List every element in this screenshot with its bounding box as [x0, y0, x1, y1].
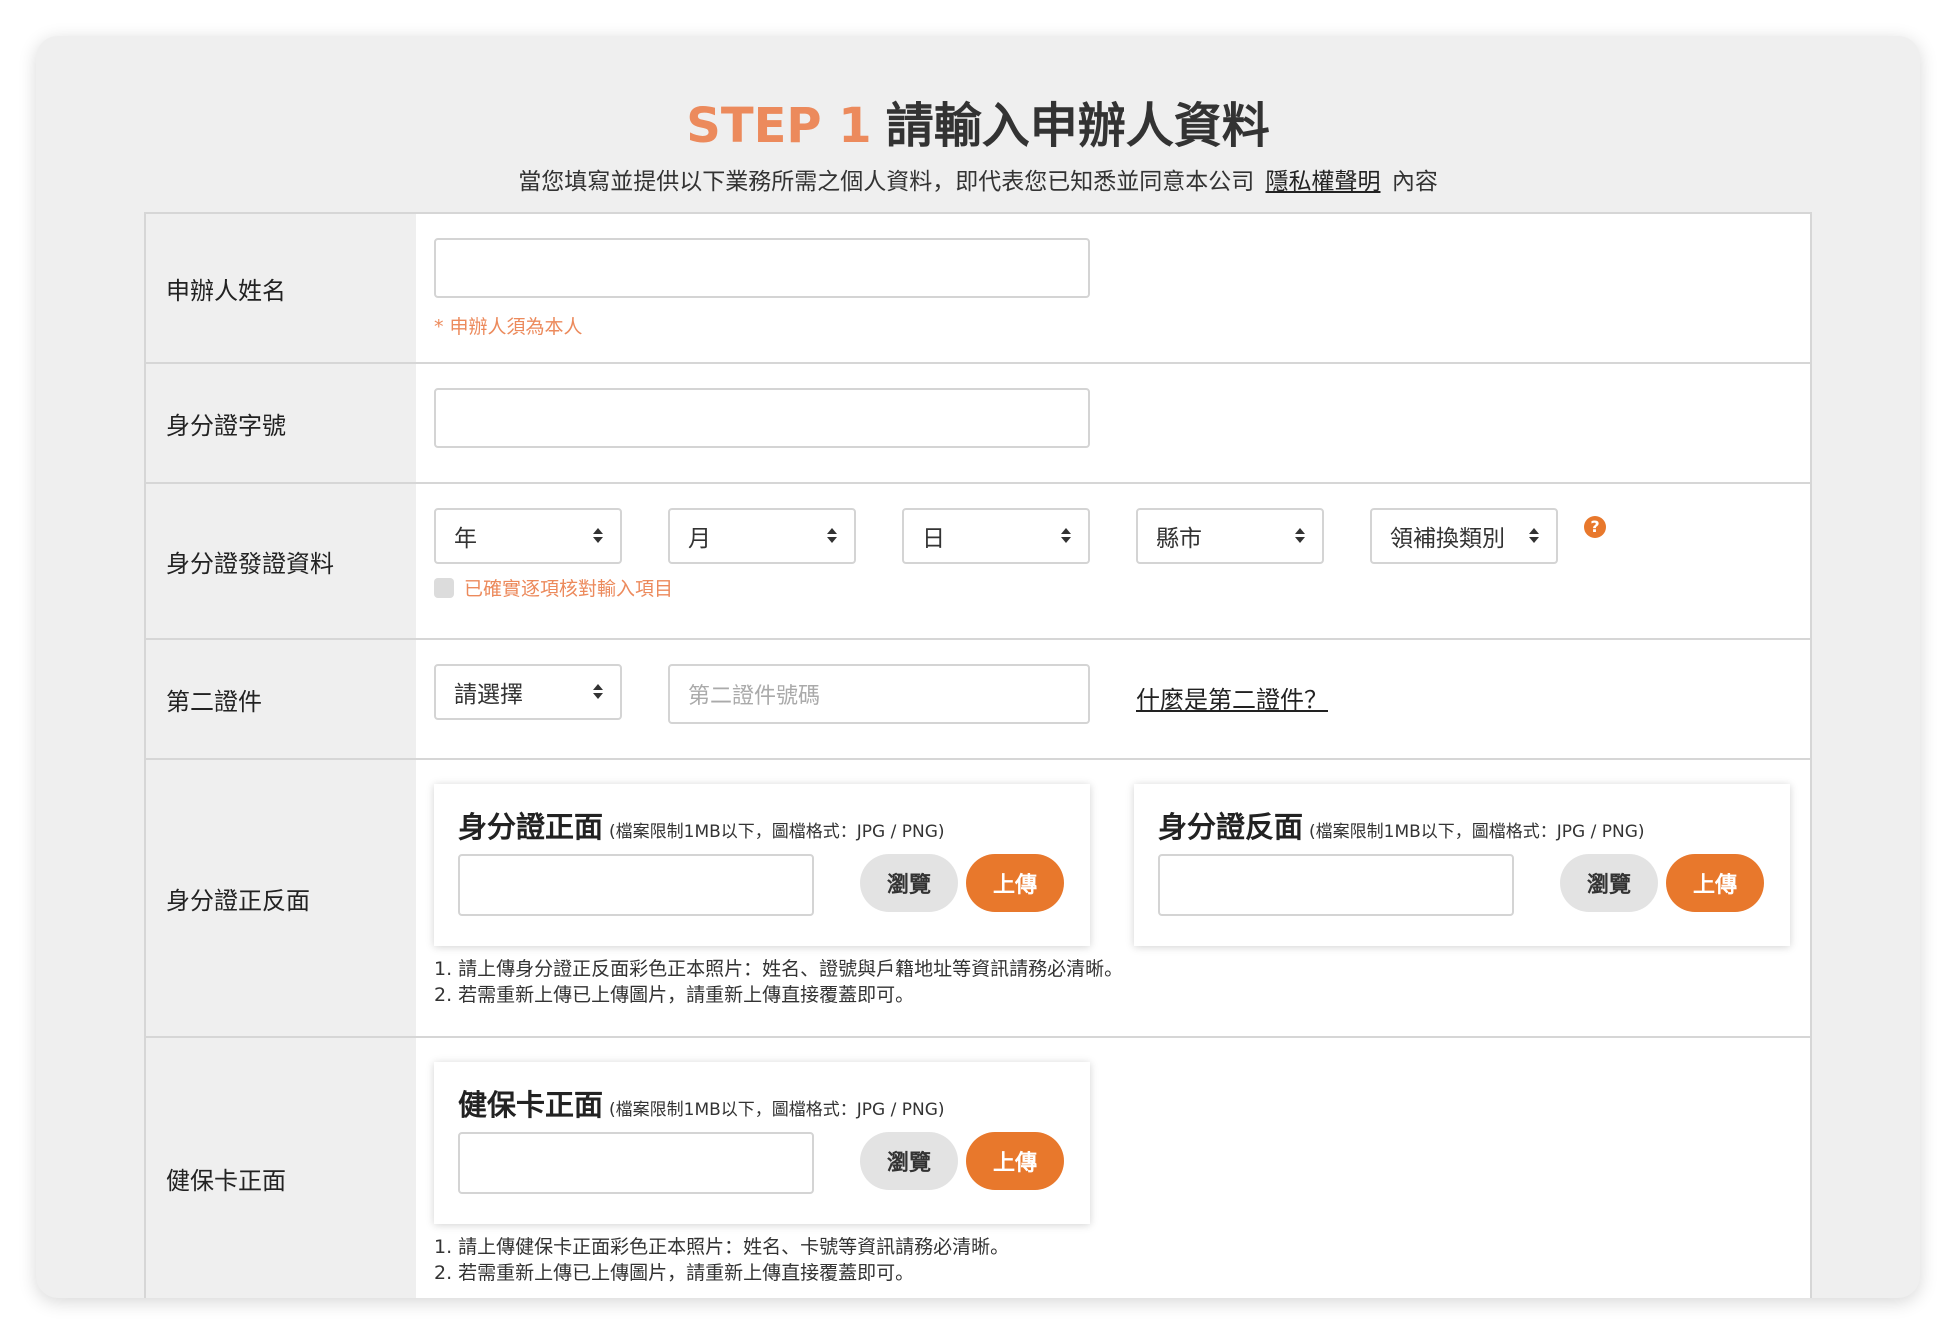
id-back-upload-card: 身分證反面 (檔案限制1MB以下，圖檔格式：JPG / PNG) 瀏覽 上傳: [1134, 784, 1790, 946]
upload-button[interactable]: 上傳: [966, 854, 1064, 912]
note-line: 2. 若需重新上傳已上傳圖片，請重新上傳直接覆蓋即可。: [434, 984, 915, 1006]
select-arrows-icon: [1060, 524, 1072, 550]
step-label: STEP 1: [686, 98, 872, 154]
health-card-content: 健保卡正面 (檔案限制1MB以下，圖檔格式：JPG / PNG) 瀏覽 上傳 1.…: [416, 1038, 1810, 1298]
select-arrows-icon: [592, 524, 604, 550]
day-select[interactable]: 日: [902, 508, 1090, 564]
id-front-title: 身分證正面 (檔案限制1MB以下，圖檔格式：JPG / PNG): [458, 804, 945, 846]
health-card-file-field[interactable]: [458, 1132, 814, 1194]
id-front-file-field[interactable]: [458, 854, 814, 916]
applicant-name-hint: * 申辦人須為本人: [434, 316, 583, 338]
id-back-file-field[interactable]: [1158, 854, 1514, 916]
file-limit-note: (檔案限制1MB以下，圖檔格式：JPG / PNG): [609, 822, 945, 842]
upload-button[interactable]: 上傳: [1666, 854, 1764, 912]
note-line: 1. 請上傳健保卡正面彩色正本照片：姓名、卡號等資訊請務必清晰。: [434, 1236, 1010, 1258]
second-id-number-placeholder: 第二證件號碼: [688, 684, 821, 709]
health-card-title: 健保卡正面 (檔案限制1MB以下，圖檔格式：JPG / PNG): [458, 1082, 945, 1124]
confirm-checkbox[interactable]: [434, 578, 454, 598]
id-front-title-text: 身分證正面: [458, 810, 604, 844]
id-issue-label: 身分證發證資料: [146, 484, 416, 638]
browse-button[interactable]: 瀏覽: [860, 1132, 958, 1190]
privacy-notice: 當您填寫並提供以下業務所需之個人資料，即代表您已知悉並同意本公司 隱私權聲明 內…: [36, 162, 1920, 196]
city-select-value: 縣市: [1156, 526, 1202, 552]
confirm-checkbox-label[interactable]: 已確實逐項核對輸入項目: [464, 574, 673, 601]
health-card-label: 健保卡正面: [146, 1038, 416, 1298]
year-select[interactable]: 年: [434, 508, 622, 564]
health-card-title-text: 健保卡正面: [458, 1088, 604, 1122]
select-arrows-icon: [1294, 524, 1306, 550]
note-line: 2. 若需重新上傳已上傳圖片，請重新上傳直接覆蓋即可。: [434, 1262, 915, 1284]
note-line: 1. 請上傳身分證正反面彩色正本照片：姓名、證號與戶籍地址等資訊請務必清晰。: [434, 958, 1124, 980]
applicant-name-content: * 申辦人須為本人: [416, 214, 1810, 362]
id-back-title: 身分證反面 (檔案限制1MB以下，圖檔格式：JPG / PNG): [1158, 804, 1645, 846]
second-id-label: 第二證件: [146, 640, 416, 758]
applicant-form: 申辦人姓名 * 申辦人須為本人 身分證字號 身分證發證資料 年 月 日 縣市 領…: [144, 212, 1812, 1298]
second-id-info-link[interactable]: 什麼是第二證件？: [1136, 680, 1328, 715]
applicant-name-label: 申辦人姓名: [146, 214, 416, 362]
file-limit-note: (檔案限制1MB以下，圖檔格式：JPG / PNG): [609, 1100, 945, 1120]
browse-button[interactable]: 瀏覽: [860, 854, 958, 912]
id-number-input[interactable]: [434, 388, 1090, 448]
privacy-policy-link[interactable]: 隱私權聲明: [1266, 169, 1381, 195]
id-back-title-text: 身分證反面: [1158, 810, 1304, 844]
row-id-card-upload: 身分證正反面 身分證正面 (檔案限制1MB以下，圖檔格式：JPG / PNG) 瀏…: [146, 760, 1810, 1038]
second-id-content: 請選擇 第二證件號碼 什麼是第二證件？: [416, 640, 1810, 758]
second-id-type-value: 請選擇: [454, 682, 523, 708]
id-number-content: [416, 364, 1810, 482]
day-select-value: 日: [922, 526, 945, 552]
row-id-number: 身分證字號: [146, 364, 1810, 484]
select-arrows-icon: [826, 524, 838, 550]
help-icon[interactable]: ?: [1584, 516, 1606, 538]
health-card-upload-card: 健保卡正面 (檔案限制1MB以下，圖檔格式：JPG / PNG) 瀏覽 上傳: [434, 1062, 1090, 1224]
select-arrows-icon: [1528, 524, 1540, 550]
second-id-type-select[interactable]: 請選擇: [434, 664, 622, 720]
issue-type-select[interactable]: 領補換類別: [1370, 508, 1558, 564]
id-card-content: 身分證正面 (檔案限制1MB以下，圖檔格式：JPG / PNG) 瀏覽 上傳 身分…: [416, 760, 1810, 1036]
row-applicant-name: 申辦人姓名 * 申辦人須為本人: [146, 214, 1810, 364]
year-select-value: 年: [454, 526, 477, 552]
title-text: 請輸入申辦人資料: [885, 98, 1270, 154]
month-select[interactable]: 月: [668, 508, 856, 564]
privacy-notice-text: 當您填寫並提供以下業務所需之個人資料，即代表您已知悉並同意本公司: [518, 168, 1255, 195]
id-number-label: 身分證字號: [146, 364, 416, 482]
file-limit-note: (檔案限制1MB以下，圖檔格式：JPG / PNG): [1309, 822, 1645, 842]
id-card-notes: 1. 請上傳身分證正反面彩色正本照片：姓名、證號與戶籍地址等資訊請務必清晰。 2…: [434, 956, 1123, 1008]
page-title: STEP 1 請輸入申辦人資料: [36, 98, 1920, 156]
row-second-id: 第二證件 請選擇 第二證件號碼 什麼是第二證件？: [146, 640, 1810, 760]
browse-button[interactable]: 瀏覽: [1560, 854, 1658, 912]
second-id-number-input[interactable]: 第二證件號碼: [668, 664, 1090, 724]
id-issue-content: 年 月 日 縣市 領補換類別 ? 已確實逐項核對輸入項目: [416, 484, 1810, 638]
row-health-card-upload: 健保卡正面 健保卡正面 (檔案限制1MB以下，圖檔格式：JPG / PNG) 瀏覽…: [146, 1038, 1810, 1298]
upload-button[interactable]: 上傳: [966, 1132, 1064, 1190]
select-arrows-icon: [592, 680, 604, 706]
id-front-upload-card: 身分證正面 (檔案限制1MB以下，圖檔格式：JPG / PNG) 瀏覽 上傳: [434, 784, 1090, 946]
applicant-name-input[interactable]: [434, 238, 1090, 298]
browser-window: STEP 1 請輸入申辦人資料 當您填寫並提供以下業務所需之個人資料，即代表您已知…: [36, 36, 1920, 1298]
issue-type-select-value: 領補換類別: [1390, 526, 1505, 552]
id-card-label: 身分證正反面: [146, 760, 416, 1036]
privacy-notice-suffix: 內容: [1391, 168, 1438, 195]
health-card-notes: 1. 請上傳健保卡正面彩色正本照片：姓名、卡號等資訊請務必清晰。 2. 若需重新…: [434, 1234, 1009, 1286]
form-header: STEP 1 請輸入申辦人資料 當您填寫並提供以下業務所需之個人資料，即代表您已知…: [36, 98, 1920, 196]
city-select[interactable]: 縣市: [1136, 508, 1324, 564]
row-id-issue: 身分證發證資料 年 月 日 縣市 領補換類別 ? 已確實逐項核對輸入項目: [146, 484, 1810, 640]
month-select-value: 月: [688, 526, 711, 552]
